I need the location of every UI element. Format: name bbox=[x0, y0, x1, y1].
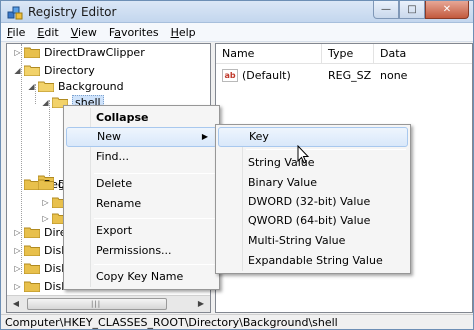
new-submenu: Key String Value Binary Value DWORD (32-… bbox=[215, 124, 411, 274]
menu-item-copy-key-name[interactable]: Copy Key Name bbox=[66, 267, 217, 287]
menu-edit[interactable]: Edit bbox=[31, 26, 64, 39]
expand-arrow-icon[interactable]: ▷ bbox=[13, 48, 22, 57]
menu-item-new[interactable]: New ▶ bbox=[66, 127, 217, 147]
scrollbar-grip-icon: ||| bbox=[91, 300, 102, 308]
maximize-button[interactable]: □ bbox=[399, 1, 425, 19]
folder-open-icon bbox=[38, 80, 54, 92]
menu-favorites[interactable]: Favorites bbox=[103, 26, 165, 39]
context-menu: Collapse New ▶ Find... Delete Rename Exp… bbox=[63, 105, 220, 290]
value-row[interactable]: ab (Default) REG_SZ none bbox=[216, 67, 460, 83]
menu-file[interactable]: File bbox=[1, 26, 31, 39]
submenu-item-expandable-string-value[interactable]: Expandable String Value bbox=[218, 251, 408, 271]
scroll-right-icon[interactable]: ▶ bbox=[193, 297, 209, 311]
value-name: (Default) bbox=[242, 68, 291, 82]
menu-item-new-label: New bbox=[97, 130, 121, 143]
menu-bar: File Edit View Favorites Help bbox=[1, 23, 473, 42]
menu-item-export[interactable]: Export bbox=[66, 221, 217, 241]
scroll-left-icon[interactable]: ◀ bbox=[8, 297, 24, 311]
status-bar: Computer\HKEY_CLASSES_ROOT\Directory\Bac… bbox=[1, 314, 473, 329]
menu-item-rename[interactable]: Rename bbox=[66, 194, 217, 214]
mouse-cursor-icon bbox=[297, 144, 311, 165]
menu-help[interactable]: Help bbox=[165, 26, 202, 39]
folder-icon bbox=[24, 226, 40, 238]
submenu-item-string-value[interactable]: String Value bbox=[218, 153, 408, 173]
folder-icon bbox=[24, 262, 40, 274]
folder-icon bbox=[24, 280, 40, 292]
value-type: REG_SZ bbox=[328, 68, 372, 82]
column-header-name[interactable]: Name bbox=[216, 44, 322, 64]
tree-item[interactable]: ◢ Directory bbox=[13, 62, 95, 78]
expand-arrow-icon[interactable]: ▷ bbox=[41, 214, 50, 223]
folder-icon bbox=[24, 244, 40, 256]
expand-arrow-icon[interactable] bbox=[27, 180, 36, 189]
close-button[interactable]: ✕ bbox=[425, 1, 469, 19]
menu-view[interactable]: View bbox=[65, 26, 103, 39]
column-header-data[interactable]: Data bbox=[374, 44, 472, 64]
collapse-arrow-icon[interactable]: ◢ bbox=[13, 66, 22, 75]
folder-open-icon bbox=[24, 64, 40, 76]
tree-item[interactable]: ▷ Disk bbox=[13, 260, 67, 276]
collapse-arrow-icon[interactable]: ◢ bbox=[41, 98, 50, 107]
string-value-icon: ab bbox=[222, 68, 238, 82]
tree-item-label: DirectDrawClipper bbox=[44, 45, 145, 59]
column-header-type[interactable]: Type bbox=[322, 44, 374, 64]
tree-horizontal-scrollbar[interactable]: ◀ ||| ▶ bbox=[7, 295, 210, 312]
tree-item[interactable]: ▷ Disk bbox=[13, 242, 67, 258]
menu-item-collapse[interactable]: Collapse bbox=[66, 108, 217, 128]
tree-item-label: Background bbox=[58, 79, 124, 93]
expand-arrow-icon[interactable]: ▷ bbox=[41, 198, 50, 207]
tree-item[interactable]: ▷ Dire bbox=[13, 224, 66, 240]
collapse-arrow-icon[interactable]: ◢ bbox=[27, 82, 36, 91]
folder-icon bbox=[38, 178, 54, 190]
expand-arrow-icon[interactable]: ▷ bbox=[13, 246, 22, 255]
expand-arrow-icon[interactable]: ▷ bbox=[13, 264, 22, 273]
tree-item[interactable]: ◢ Background bbox=[27, 78, 124, 94]
window-title: Registry Editor bbox=[28, 5, 117, 19]
list-header: Name Type Data bbox=[216, 44, 472, 64]
tree-item[interactable]: D bbox=[27, 176, 66, 192]
menu-item-permissions[interactable]: Permissions... bbox=[66, 241, 217, 261]
submenu-item-dword-value[interactable]: DWORD (32-bit) Value bbox=[218, 192, 408, 212]
value-data: none bbox=[380, 68, 408, 82]
submenu-item-key[interactable]: Key bbox=[218, 127, 408, 147]
submenu-item-multi-string-value[interactable]: Multi-String Value bbox=[218, 231, 408, 251]
submenu-item-qword-value[interactable]: QWORD (64-bit) Value bbox=[218, 211, 408, 231]
submenu-arrow-icon: ▶ bbox=[201, 132, 208, 141]
expand-arrow-icon[interactable]: ▷ bbox=[13, 282, 22, 291]
folder-icon bbox=[24, 46, 40, 58]
title-bar[interactable]: Registry Editor — □ ✕ bbox=[1, 1, 473, 23]
menu-item-delete[interactable]: Delete bbox=[66, 174, 217, 194]
expand-arrow-icon[interactable]: ▷ bbox=[13, 228, 22, 237]
tree-item[interactable]: ▷ DirectDrawClipper bbox=[13, 44, 145, 60]
expand-arrow-icon[interactable] bbox=[13, 180, 22, 189]
menu-item-find[interactable]: Find... bbox=[66, 147, 217, 167]
tree-item[interactable]: ▷ Disk bbox=[13, 278, 67, 294]
tree-item-label: Directory bbox=[44, 63, 95, 77]
registry-editor-app-icon bbox=[7, 4, 23, 20]
registry-editor-window: Registry Editor — □ ✕ File Edit View Fav… bbox=[0, 0, 474, 330]
submenu-item-binary-value[interactable]: Binary Value bbox=[218, 173, 408, 193]
minimize-button[interactable]: — bbox=[373, 1, 399, 19]
